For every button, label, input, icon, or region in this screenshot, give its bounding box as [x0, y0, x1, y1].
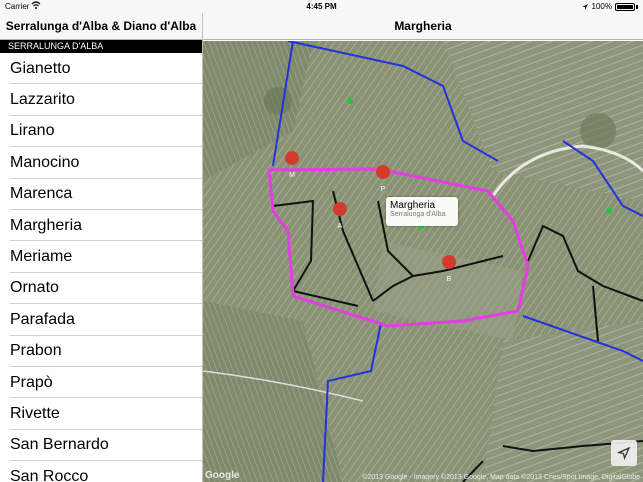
vineyard-list[interactable]: Gianetto Lazzarito Lirano Manocino Maren…	[0, 53, 202, 482]
list-item[interactable]: Gianetto	[0, 53, 202, 85]
location-arrow-icon	[581, 3, 588, 10]
satellite-map[interactable]: M P A B Margheria Serralunga d'Alba Goog…	[203, 41, 643, 482]
status-bar: Carrier 4:45 PM 100%	[0, 0, 643, 13]
list-item-label: Gianetto	[10, 59, 71, 77]
map-attribution[interactable]: ©2013 Google - Imagery ©2013 Google, Map…	[362, 474, 640, 481]
list-item[interactable]: San Rocco	[0, 461, 202, 482]
list-item-label: Manocino	[10, 153, 80, 171]
list-item[interactable]: Manocino	[0, 147, 202, 179]
pin-label: M	[289, 172, 295, 179]
map-callout[interactable]: Margheria Serralunga d'Alba	[386, 197, 458, 226]
battery-icon	[615, 2, 635, 11]
master-nav-bar: Serralunga d'Alba & Diano d'Alba	[0, 13, 202, 40]
list-item-label: Ornato	[10, 279, 59, 297]
pin-label: P	[381, 186, 386, 193]
clock: 4:45 PM	[306, 2, 337, 11]
list-item[interactable]: Prapò	[0, 367, 202, 399]
list-item[interactable]: Parafada	[0, 304, 202, 336]
pin-label: A	[338, 223, 343, 230]
pin-label: B	[447, 276, 452, 283]
master-title: Serralunga d'Alba & Diano d'Alba	[5, 19, 197, 33]
callout-subtitle: Serralunga d'Alba	[390, 211, 446, 218]
google-logo: Google	[205, 470, 240, 481]
list-item[interactable]: Lazzarito	[0, 84, 202, 117]
callout-title: Margheria	[390, 200, 436, 211]
section-header: SERRALUNGA D'ALBA	[0, 40, 202, 53]
list-item-label: San Bernardo	[10, 436, 109, 454]
detail-title: Margheria	[394, 19, 452, 33]
list-item[interactable]: Prabon	[0, 336, 202, 368]
list-item[interactable]: Meriame	[0, 241, 202, 274]
list-item-label: Lirano	[10, 122, 55, 140]
list-item[interactable]: Marenca	[0, 179, 202, 211]
list-item-label: Marenca	[10, 185, 73, 203]
list-item-label: Lazzarito	[10, 91, 75, 109]
list-item-label: Meriame	[10, 248, 73, 266]
battery-tip	[636, 4, 638, 9]
list-item[interactable]: Lirano	[0, 116, 202, 148]
detail-nav-bar: Margheria	[203, 13, 643, 40]
list-item[interactable]: Margheria	[0, 210, 202, 242]
list-item[interactable]: Rivette	[0, 398, 202, 431]
map-imagery: M P A B	[203, 41, 643, 482]
list-item-label: Parafada	[10, 310, 75, 328]
list-item-label: Prapò	[10, 373, 53, 391]
list-item-label: Margheria	[10, 216, 83, 234]
location-arrow-icon	[617, 446, 631, 460]
list-item-label: San Rocco	[10, 467, 89, 482]
locate-me-button[interactable]	[611, 440, 637, 466]
list-item-label: Prabon	[10, 342, 62, 360]
list-item[interactable]: San Bernardo	[0, 430, 202, 462]
list-item[interactable]: Ornato	[0, 273, 202, 305]
list-item-label: Rivette	[10, 404, 60, 422]
battery-percent: 100%	[591, 2, 612, 11]
